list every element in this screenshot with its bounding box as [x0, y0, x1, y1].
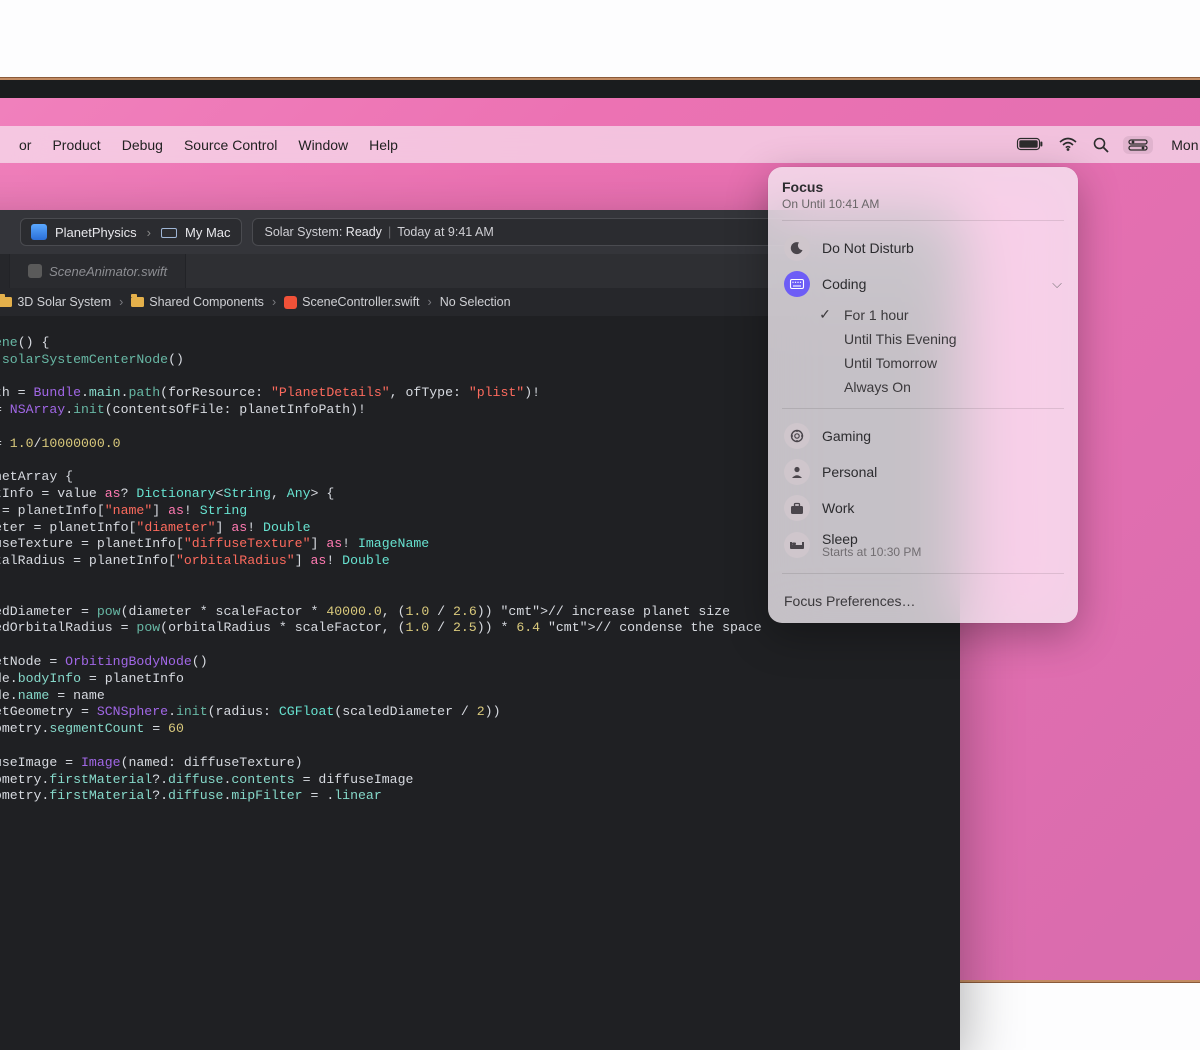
wifi-icon[interactable] — [1059, 138, 1077, 151]
menu-help[interactable]: Help — [369, 137, 398, 153]
activity-status: Ready — [346, 225, 382, 239]
personal-icon — [784, 459, 810, 485]
menu-debug[interactable]: Debug — [122, 137, 163, 153]
sleep-icon — [784, 532, 810, 558]
breadcrumb-label: 3D Solar System — [17, 295, 111, 309]
focus-duration-label: Always On — [844, 379, 911, 395]
breadcrumb-item[interactable]: No Selection — [440, 295, 511, 309]
control-center-icon[interactable] — [1123, 136, 1153, 154]
breadcrumb-label: Shared Components — [149, 295, 264, 309]
scheme-target: PlanetPhysics — [55, 225, 137, 240]
breadcrumb-item[interactable]: SceneController.swift — [284, 295, 419, 309]
focus-duration-label: Until Tomorrow — [844, 355, 937, 371]
focus-subtitle: On Until 10:41 AM — [782, 197, 1064, 211]
tab-label: SceneAnimator.swift — [49, 264, 167, 279]
menu-product[interactable]: Product — [52, 137, 100, 153]
activity-timestamp: Today at 9:41 AM — [397, 225, 494, 239]
menu-window[interactable]: Window — [298, 137, 348, 153]
breadcrumb-item[interactable]: 3D Solar System — [0, 295, 111, 309]
focus-dnd[interactable]: Do Not Disturb — [782, 230, 1064, 266]
moon-icon — [784, 235, 810, 261]
focus-duration-option[interactable]: Always On — [812, 375, 1064, 399]
checkmark-icon: ✓ — [816, 306, 834, 323]
menu-or[interactable]: or — [19, 137, 31, 153]
tab-scenecontroller[interactable]: SceneController.swift — [0, 254, 10, 288]
breadcrumb-label: SceneController.swift — [302, 295, 419, 309]
focus-mode-label: Work — [822, 500, 854, 516]
swift-icon — [284, 296, 297, 309]
focus-mode-sub: Starts at 10:30 PM — [822, 545, 921, 559]
focus-mode-gaming[interactable]: Gaming — [782, 418, 1064, 454]
focus-mode-work[interactable]: Work — [782, 490, 1064, 526]
desktop: or Product Debug Source Control Window Help M… — [0, 126, 1200, 980]
focus-mode-personal[interactable]: Personal — [782, 454, 1064, 490]
focus-duration-option[interactable]: ✓ For 1 hour — [812, 302, 1064, 327]
focus-duration-label: For 1 hour — [844, 307, 909, 323]
chevron-down-icon: ⌵ — [1052, 276, 1062, 292]
focus-active-label: Coding — [822, 276, 866, 292]
focus-title: Focus — [782, 179, 1064, 195]
focus-mode-sleep[interactable]: SleepStarts at 10:30 PM — [782, 526, 1064, 564]
focus-preferences[interactable]: Focus Preferences… — [782, 583, 1064, 613]
focus-mode-coding[interactable]: Coding ⌵ — [782, 266, 1064, 302]
work-icon — [784, 495, 810, 521]
folder-icon — [0, 297, 12, 307]
menubar: or Product Debug Source Control Window Help M… — [0, 126, 1200, 163]
swift-icon — [28, 264, 42, 278]
gaming-icon — [784, 423, 810, 449]
destination-icon — [161, 228, 177, 238]
focus-popover: Focus On Until 10:41 AM Do Not Disturb C… — [768, 167, 1078, 623]
scheme-destination: My Mac — [185, 225, 231, 240]
laptop-bezel: or Product Debug Source Control Window Help M… — [0, 80, 1200, 980]
menu-source-control[interactable]: Source Control — [184, 137, 277, 153]
focus-duration-label: Until This Evening — [844, 331, 957, 347]
spotlight-icon[interactable] — [1093, 137, 1109, 153]
product-icon — [31, 224, 47, 240]
focus-duration-option[interactable]: Until Tomorrow — [812, 351, 1064, 375]
tab-sceneanimator[interactable]: SceneAnimator.swift — [10, 254, 186, 288]
activity-project: Solar System: — [265, 225, 343, 239]
breadcrumb-label: No Selection — [440, 295, 511, 309]
focus-duration-option[interactable]: Until This Evening — [812, 327, 1064, 351]
scheme-selector[interactable]: PlanetPhysics My Mac — [20, 218, 242, 246]
focus-mode-label: Personal — [822, 464, 877, 480]
focus-dnd-label: Do Not Disturb — [822, 240, 914, 256]
folder-icon — [131, 297, 144, 307]
menubar-date[interactable]: Mon Jun 7 — [1167, 137, 1200, 153]
activity-viewer: Solar System: Ready | Today at 9:41 AM — [252, 218, 812, 246]
focus-mode-label: Gaming — [822, 428, 871, 444]
keyboard-icon — [784, 271, 810, 297]
battery-icon[interactable] — [1017, 138, 1043, 151]
breadcrumb-item[interactable]: Shared Components — [131, 295, 264, 309]
